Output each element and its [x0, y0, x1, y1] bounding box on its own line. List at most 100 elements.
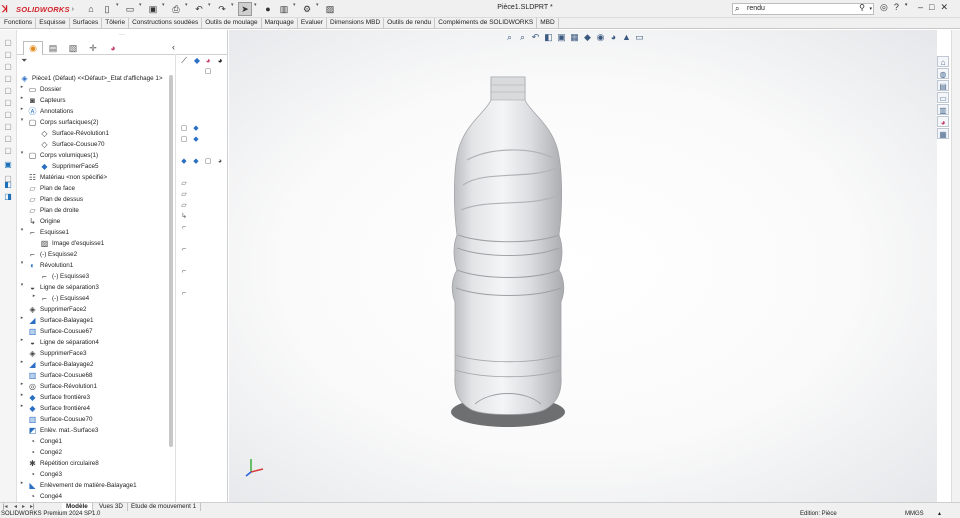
display-cell-icon[interactable]: ◆ [180, 158, 188, 166]
expand-icon[interactable]: ▸ [19, 95, 25, 101]
tree-item[interactable]: ▨ Image d'esquisse1 [40, 238, 105, 249]
tab-surfaces[interactable]: Surfaces [70, 18, 103, 29]
tab-dimensions-mbd[interactable]: Dimensions MBD [327, 18, 385, 29]
tree-item[interactable]: ◔ Congé3 [28, 469, 62, 480]
tree-scrollbar[interactable] [169, 75, 173, 447]
appearances-icon[interactable]: ◕ [937, 116, 949, 127]
expand-icon[interactable]: ▸ [19, 381, 25, 387]
dimxpert-tab-icon[interactable]: ✛ [83, 41, 103, 55]
tree-item[interactable]: ⌐ (-) Esquisse2 [28, 249, 77, 260]
next-tab-icon[interactable]: ▸ [22, 503, 25, 510]
tree-item[interactable]: ▭ Dossier [28, 84, 62, 95]
chevron-down-icon[interactable]: ▾ [208, 2, 213, 16]
tree-item[interactable]: ▱ Plan de dessus [28, 194, 83, 205]
display-cell-icon[interactable]: ◆ [192, 125, 200, 133]
tree-item[interactable]: ▢ Corps surfaciques(2) [28, 117, 99, 128]
chevron-down-icon[interactable]: ▾ [905, 2, 908, 13]
tab-tolerie[interactable]: Tôlerie [102, 18, 130, 29]
design-library-icon[interactable]: ▤ [937, 80, 949, 91]
tab-esquisse[interactable]: Esquisse [36, 18, 70, 29]
tree-item[interactable]: ▥ Surface-Cousue68 [28, 370, 93, 381]
chevron-down-icon[interactable]: ▾ [116, 2, 121, 16]
toolstrip-icon[interactable]: ▢ [3, 98, 13, 107]
toolstrip-icon[interactable]: ▢ [3, 62, 13, 71]
hide-show-cell-icon[interactable]: ▢ [180, 136, 188, 144]
tree-item[interactable]: ◈ SupprimerFace2 [28, 304, 86, 315]
new-document-icon[interactable]: ▯ [100, 2, 114, 16]
file-explorer-icon[interactable]: ▭ [937, 92, 949, 103]
plane-cell-icon[interactable]: ▱ [180, 202, 188, 210]
chevron-down-icon[interactable]: ▾ [231, 2, 236, 16]
hide-show-cell-icon[interactable]: ▢ [180, 125, 188, 133]
configuration-manager-tab-icon[interactable]: ▧ [63, 41, 83, 55]
appearance-cell-icon[interactable]: ▢ [204, 68, 212, 76]
toolstrip-icon[interactable]: ▢ [3, 74, 13, 83]
open-icon[interactable]: ▭ [123, 2, 137, 16]
view-icon[interactable]: ◨ [3, 192, 13, 201]
tree-item[interactable]: ◒ Ligne de séparation4 [28, 337, 99, 348]
chevron-down-icon[interactable]: ▾ [869, 4, 872, 14]
tree-item[interactable]: ↳ Origine [28, 216, 60, 227]
tree-item[interactable]: ⌐ (-) Esquisse3 [40, 271, 89, 282]
chevron-down-icon[interactable]: ▾ [185, 2, 190, 16]
home-icon[interactable]: ⌂ [937, 56, 949, 67]
options-gear-icon[interactable]: ⚙ [300, 2, 314, 16]
previous-tab-icon[interactable]: ◂ [14, 503, 17, 510]
toolstrip-icon[interactable]: ▢ [3, 110, 13, 119]
sketch-cell-icon[interactable]: ⌐ [180, 224, 188, 232]
filter-icon[interactable]: ⏷ [21, 56, 27, 66]
maximize-icon[interactable]: □ [929, 2, 934, 13]
tree-item[interactable]: ⌐ Esquisse1 [28, 227, 69, 238]
search-input[interactable]: rendu [747, 5, 765, 12]
graphics-area[interactable]: ⌕ ⌕ ↶ ◧ ▣ ▦ ◆ ◉ ◕ ▲ ▭ ⧉ ❐ – ▢ ✕ [229, 30, 937, 502]
expand-icon[interactable]: ▸ [19, 84, 25, 90]
bottle-model[interactable] [229, 30, 937, 502]
property-manager-tab-icon[interactable]: ▤ [43, 41, 63, 55]
display-cell-icon[interactable]: ◆ [192, 158, 200, 166]
help-icon[interactable]: ? [894, 2, 899, 13]
tree-item[interactable]: ◇ Surface-Révolution1 [40, 128, 109, 139]
save-icon[interactable]: ▣ [146, 2, 160, 16]
expand-icon[interactable]: ▸ [19, 392, 25, 398]
toolstrip-icon[interactable]: ▢ [3, 146, 13, 155]
chevron-down-icon[interactable]: ▾ [162, 2, 167, 16]
tree-item[interactable]: ◔ Congé1 [28, 436, 62, 447]
collapse-panel-icon[interactable]: ‹ [172, 42, 175, 52]
transparency-cell-icon[interactable]: ◕ [216, 158, 224, 166]
feature-manager-tab-icon[interactable]: ◉ [23, 41, 43, 55]
expand-icon[interactable]: ▸ [19, 315, 25, 321]
expand-icon[interactable]: ▸ [19, 403, 25, 409]
panel-grip[interactable]: ··· [17, 30, 227, 40]
expand-icon[interactable]: ▸ [19, 480, 25, 486]
expand-icon[interactable]: ▸ [19, 359, 25, 365]
tree-item[interactable]: ◢ Surface-Balayage1 [28, 315, 93, 326]
origin-cell-icon[interactable]: ↳ [180, 213, 188, 221]
last-tab-icon[interactable]: ▸| [30, 503, 35, 510]
tree-item[interactable]: ▱ Plan de face [28, 183, 75, 194]
collapse-icon[interactable]: ▾ [19, 282, 25, 288]
tree-item[interactable]: ◆ Surface frontière3 [28, 392, 90, 403]
tree-item[interactable]: ▥ Surface-Cousue70 [28, 414, 93, 425]
tab-mbd[interactable]: MBD [537, 18, 559, 29]
tree-item[interactable]: ◙ Capteurs [28, 95, 65, 106]
tab-marquage[interactable]: Marquage [262, 18, 298, 29]
chevron-up-icon[interactable]: ▴ [938, 511, 941, 518]
chevron-down-icon[interactable]: ▾ [254, 2, 259, 16]
traffic-light-icon[interactable]: ● [261, 2, 275, 16]
tree-item[interactable]: ▱ Plan de droite [28, 205, 78, 216]
first-tab-icon[interactable]: |◂ [3, 503, 8, 510]
expand-icon[interactable]: ▸ [19, 106, 25, 112]
display-manager-tab-icon[interactable]: ◕ [103, 41, 123, 55]
custom-properties-icon[interactable]: ▦ [937, 128, 949, 139]
toolstrip-icon[interactable]: ▢ [3, 122, 13, 131]
user-icon[interactable]: ◎ [880, 2, 888, 13]
collapse-icon[interactable]: ▾ [19, 227, 25, 233]
rebuild-icon[interactable]: ▥ [277, 2, 291, 16]
tree-item[interactable]: ◎ Surface-Révolution1 [28, 381, 97, 392]
image-icon[interactable]: ▨ [323, 2, 337, 16]
home-icon[interactable]: ⌂ [84, 2, 98, 16]
tree-item[interactable]: ◔ Congé4 [28, 491, 62, 502]
sketch-cell-icon[interactable]: ⌐ [180, 268, 188, 276]
resources-icon[interactable]: ◍ [937, 68, 949, 79]
select-cursor-icon[interactable]: ➤ [238, 2, 252, 16]
